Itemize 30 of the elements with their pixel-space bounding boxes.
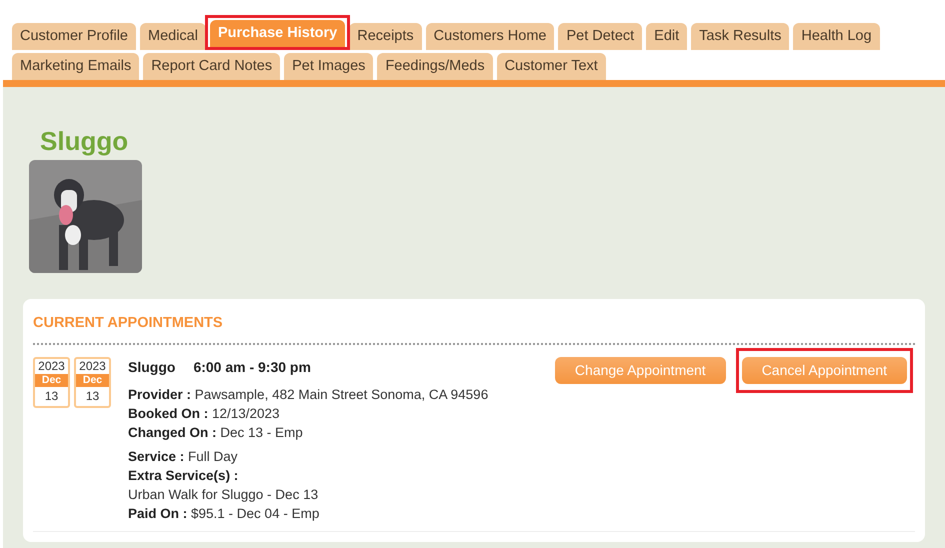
detail-text: Extra Service(s) : — [128, 467, 240, 486]
tab[interactable]: Health Log — [793, 23, 880, 50]
tab[interactable]: Receipts — [349, 23, 422, 50]
year-text: 2023 — [79, 359, 106, 374]
day-text: 13 — [44, 388, 58, 406]
year-text: 2023 — [38, 359, 65, 374]
tab[interactable]: Marketing Emails — [12, 52, 140, 80]
detail-text: Service : Full Day — [128, 448, 239, 466]
extra-service-text: Urban Walk for Sluggo - Dec 13 — [128, 486, 320, 504]
tab[interactable]: Task Results — [691, 23, 790, 50]
section-heading: CURRENT APPOINTMENTS — [33, 312, 915, 346]
tab[interactable]: Medical — [140, 23, 206, 50]
month-text: Dec — [76, 374, 109, 388]
day-text: 13 — [86, 388, 100, 406]
tab[interactable]: Customers Home — [426, 23, 554, 50]
detail-text: Changed On : Dec 13 - Emp — [128, 424, 304, 442]
tab[interactable]: Pet Images — [284, 52, 374, 80]
tab[interactable]: Report Card Notes — [143, 52, 280, 80]
month-text: Dec — [35, 374, 68, 388]
tab[interactable]: Edit — [646, 23, 688, 50]
time-text: 6:00 am - 9:30 pm — [193, 358, 311, 378]
detail-text: Paid On : $95.1 - Dec 04 - Emp — [128, 505, 320, 524]
tab[interactable]: Customer Text — [496, 52, 606, 80]
pet-text: Sluggo — [128, 358, 176, 378]
tab[interactable]: Pet Detect — [558, 23, 642, 50]
tab[interactable]: Customer Profile — [12, 23, 136, 50]
tab[interactable]: Feedings/Meds — [377, 52, 493, 80]
detail-text: Provider : Pawsample, 482 Main Street Sonoma, CA 94596 — [128, 386, 490, 404]
pet-name: Sluggo — [39, 124, 130, 156]
detail-text: Booked On : 12/13/2023 — [128, 405, 281, 424]
